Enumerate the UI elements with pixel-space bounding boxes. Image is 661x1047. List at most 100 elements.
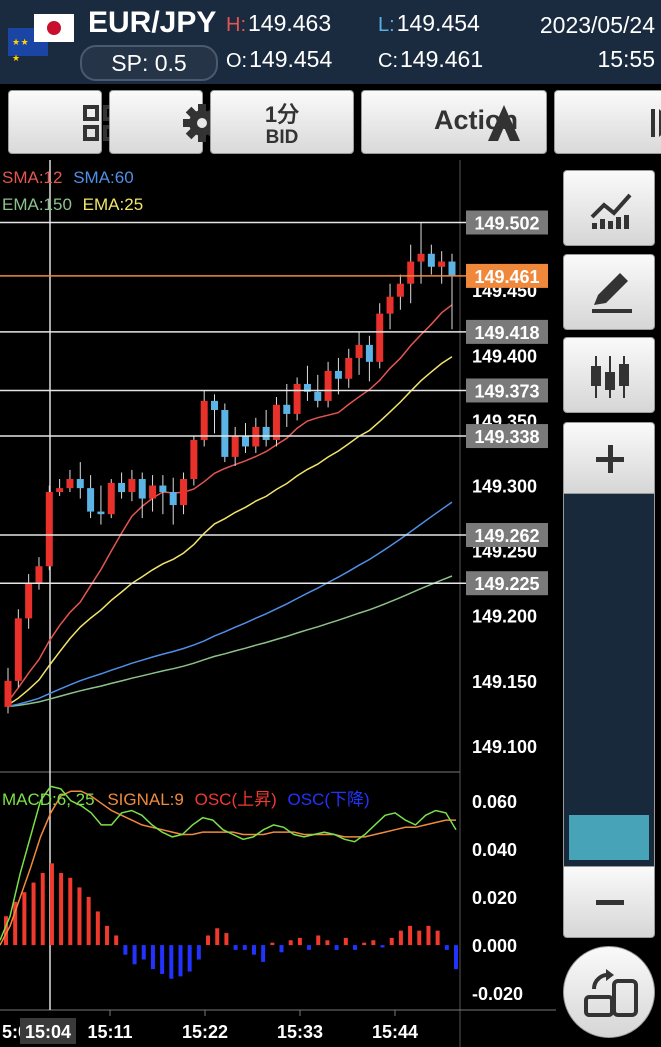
candle-body [200, 400, 208, 440]
osc-bar-up [343, 937, 348, 946]
osc-bar-up [325, 940, 330, 946]
osc-bar-down [261, 945, 266, 962]
candle-body [138, 479, 146, 499]
osc-bar-down [160, 945, 165, 974]
candle-body [35, 566, 43, 584]
pencil-icon [592, 273, 632, 313]
candle-body [87, 488, 95, 512]
candle-body [76, 479, 84, 489]
candle-body [97, 511, 105, 515]
zoom-in-button[interactable] [563, 422, 655, 494]
osc-bar-up [389, 937, 394, 946]
osc-bar-up [362, 942, 367, 946]
candle-body [159, 485, 167, 493]
rotate-screen-button[interactable] [563, 946, 655, 1038]
legend-macd: MACD:6, 25 SIGNAL:9 OSC(上昇) OSC(下降) [2, 785, 370, 810]
osc-bar-down [123, 945, 128, 955]
open-key: O: [226, 50, 248, 72]
osc-bar-up [417, 930, 422, 946]
chart-indicator-icon [590, 193, 632, 229]
osc-bar-up [95, 911, 100, 946]
menu-grid-button[interactable] [8, 90, 119, 154]
zoom-level-fill [569, 815, 649, 860]
action-button[interactable]: Action [361, 90, 547, 154]
zoom-out-button[interactable] [563, 866, 655, 938]
price-tick-label: 149.150 [472, 672, 537, 692]
price-marker-label: 149.225 [474, 574, 539, 594]
price-tick-label: 149.400 [472, 346, 537, 366]
osc-bar-down [178, 945, 183, 977]
macd-tick-label: 0.000 [472, 936, 517, 956]
low-key: L: [378, 14, 395, 36]
x-tick-label: 15:33 [277, 1022, 323, 1042]
settings-button[interactable] [109, 90, 221, 154]
candle-body [262, 426, 270, 440]
play-icon [651, 109, 661, 137]
price-marker-label: 149.373 [474, 381, 539, 401]
candle-body [231, 436, 239, 457]
price-tick-label: 149.200 [472, 607, 537, 627]
osc-bar-down [132, 945, 137, 965]
osc-bar-up [68, 877, 73, 946]
osc-bar-down [307, 945, 312, 950]
osc-bar-down [169, 945, 174, 979]
legend-sma12: SMA:12 [2, 168, 63, 187]
candle-body [169, 492, 177, 506]
candle-body [149, 485, 157, 499]
high-value: 149.463 [248, 10, 332, 36]
high-key: H: [226, 14, 246, 36]
osc-bar-up [288, 940, 293, 946]
price-chart[interactable]: 149.450149.400149.350149.300149.250149.2… [0, 160, 556, 1047]
osc-bar-up [398, 930, 403, 946]
timeframe-label: 1分 [264, 102, 300, 127]
x-tick-label: 15:22 [182, 1022, 228, 1042]
osc-bar-down [233, 945, 238, 950]
minus-icon [596, 900, 624, 905]
candle-body [66, 479, 74, 489]
currency-pair[interactable]: EUR/JPY [88, 6, 216, 40]
zoom-slider[interactable] [563, 494, 655, 866]
osc-bar-up [49, 863, 54, 946]
candle-body [221, 410, 229, 457]
candle-body [396, 283, 404, 297]
timeframe-button[interactable]: 1分 BID [210, 90, 354, 154]
legend-sma60: SMA:60 [73, 168, 134, 187]
osc-bar-up [105, 925, 110, 946]
open-value: 149.454 [249, 46, 333, 72]
chart-type-button[interactable] [563, 337, 655, 413]
candle-body [272, 404, 280, 440]
x-tick-label: 15:44 [372, 1022, 418, 1042]
candle-body [417, 253, 425, 262]
osc-bar-down [150, 945, 155, 970]
sma12-line [7, 304, 453, 703]
osc-bar-up [22, 892, 27, 946]
candle-body [345, 357, 353, 379]
candle-body [324, 370, 332, 401]
osc-bar-down [187, 945, 192, 972]
osc-bar-up [77, 887, 82, 946]
osc-bar-down [352, 945, 357, 950]
osc-bar-up [40, 872, 45, 946]
indicator-button[interactable] [563, 170, 655, 246]
osc-bar-down [454, 945, 458, 970]
price-tick-label: 149.100 [472, 737, 537, 757]
spread-badge: SP: 0.5 [80, 45, 218, 81]
candle-body [376, 313, 384, 362]
osc-bar-up [435, 930, 440, 946]
candle-body [427, 253, 435, 267]
candle-body [448, 261, 456, 276]
legend-signal: SIGNAL:9 [107, 790, 184, 809]
candle-body [334, 370, 342, 379]
legend-osc-down: OSC(下降) [287, 790, 370, 809]
osc-bar-up [426, 925, 431, 946]
legend-ema25: EMA:25 [82, 195, 144, 214]
price-marker-label: 149.338 [474, 427, 539, 447]
osc-bar-down [196, 945, 201, 960]
osc-bar-up [297, 937, 302, 946]
price-marker-label: 149.502 [474, 214, 539, 234]
draw-tool-button[interactable] [563, 254, 655, 330]
play-button[interactable] [554, 90, 661, 154]
candle-body [283, 404, 291, 414]
x-tick-label: 15:04 [25, 1022, 71, 1042]
candle-body [56, 488, 64, 493]
